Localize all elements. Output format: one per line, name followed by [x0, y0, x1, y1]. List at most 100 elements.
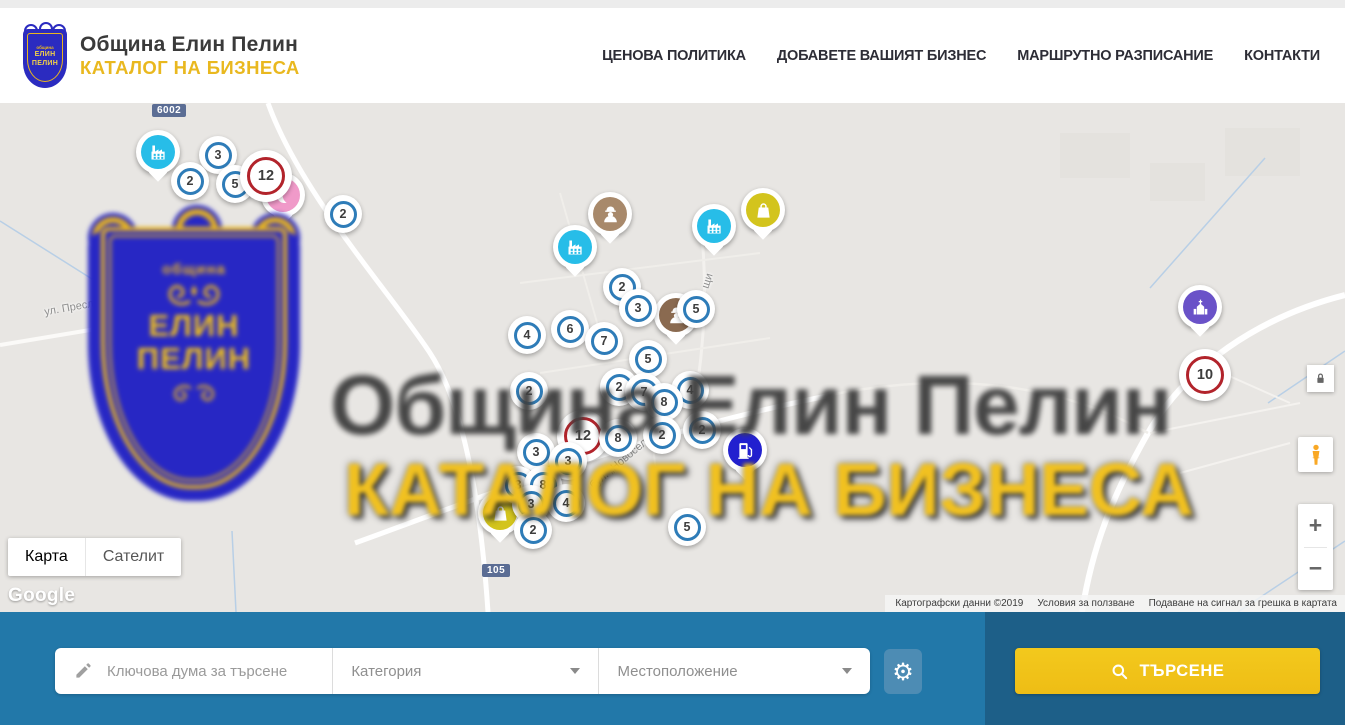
site-subtitle: КАТАЛОГ НА БИЗНЕСА — [80, 57, 300, 78]
page: община ЕЛИН ПЕЛИН Община Елин Пелин КАТА… — [0, 0, 1345, 725]
map-cluster-marker[interactable]: 10 — [1179, 349, 1231, 401]
map-pin-marker-factory[interactable] — [136, 130, 180, 174]
cluster-count: 6 — [557, 316, 584, 343]
church-icon — [1190, 297, 1211, 318]
search-panel: Категория Местоположение ⚙ ТЪРСЕНЕ — [0, 612, 1345, 725]
map-cluster-marker[interactable]: 8 — [599, 419, 637, 457]
bag-icon — [490, 503, 511, 524]
category-select[interactable]: Категория — [332, 648, 598, 694]
logo-line1: ЕЛИН — [35, 51, 56, 60]
map-attribution: Картографски данни ©2019 Условия за полз… — [885, 595, 1345, 612]
search-box: Категория Местоположение — [55, 648, 870, 694]
google-logo[interactable]: Google — [8, 585, 75, 607]
cluster-count: 4 — [553, 490, 580, 517]
map-pin-marker-factory[interactable] — [692, 204, 736, 248]
cluster-count: 10 — [1186, 356, 1224, 394]
factory-icon — [148, 142, 169, 163]
cluster-count: 8 — [651, 389, 678, 416]
cluster-count: 2 — [649, 422, 676, 449]
top-strip — [0, 0, 1345, 8]
search-submit-button[interactable]: ТЪРСЕНЕ — [1015, 648, 1320, 694]
site-title: Община Елин Пелин — [80, 33, 300, 57]
map-type-control: Карта Сателит — [8, 538, 181, 576]
cluster-count: 5 — [674, 514, 701, 541]
gear-icon: ⚙ — [892, 660, 914, 684]
municipality-logo-icon: община ЕЛИН ПЕЛИН — [22, 24, 68, 88]
map-cluster-marker[interactable]: 5 — [629, 340, 667, 378]
lock-button[interactable] — [1307, 365, 1334, 392]
map-cluster-marker[interactable]: 2 — [683, 411, 721, 449]
cluster-count: 5 — [683, 296, 710, 323]
advanced-search-button[interactable]: ⚙ — [884, 649, 922, 694]
map-cluster-marker[interactable]: 2 — [171, 162, 209, 200]
search-icon — [1110, 662, 1129, 681]
cluster-count: 3 — [523, 439, 550, 466]
zoom-in-button[interactable]: + — [1298, 504, 1333, 547]
location-select-label: Местоположение — [617, 663, 737, 680]
cluster-count: 2 — [689, 417, 716, 444]
map-cluster-marker[interactable]: 2 — [514, 511, 552, 549]
map-cluster-marker[interactable]: 5 — [677, 290, 715, 328]
zoom-control: + − — [1298, 504, 1333, 590]
bag-icon — [753, 200, 774, 221]
map-pin-marker-bag[interactable] — [741, 188, 785, 232]
attribution-data-text: Картографски данни ©2019 — [895, 598, 1023, 609]
attribution-terms-link[interactable]: Условия за ползване — [1037, 598, 1134, 609]
nav-item-contacts[interactable]: КОНТАКТИ — [1244, 48, 1320, 64]
map-pin-marker-church[interactable] — [1178, 285, 1222, 329]
zoom-out-button[interactable]: − — [1298, 547, 1333, 590]
category-select-label: Категория — [351, 663, 421, 680]
map-pin-marker-factory[interactable] — [553, 225, 597, 269]
map-cluster-marker[interactable]: 2 — [643, 416, 681, 454]
factory-icon — [565, 237, 586, 258]
nav-item-route-schedule[interactable]: МАРШРУТНО РАЗПИСАНИЕ — [1017, 48, 1213, 64]
road-badge: 105 — [482, 564, 510, 577]
factory-icon — [704, 216, 725, 237]
gas-icon — [735, 440, 756, 461]
cluster-count: 5 — [635, 346, 662, 373]
map-cluster-marker[interactable]: 7 — [585, 322, 623, 360]
lock-icon — [1313, 371, 1328, 386]
cluster-count: 8 — [605, 425, 632, 452]
cluster-count: 4 — [514, 322, 541, 349]
cluster-count: 2 — [516, 378, 543, 405]
map-type-map-button[interactable]: Карта — [8, 538, 85, 576]
nav-item-add-business[interactable]: ДОБАВЕТЕ ВАШИЯТ БИЗНЕС — [777, 48, 986, 64]
map-cluster-marker[interactable]: 2 — [324, 195, 362, 233]
map-cluster-marker[interactable]: 5 — [668, 508, 706, 546]
location-select[interactable]: Местоположение — [598, 648, 870, 694]
worker-icon — [600, 204, 621, 225]
cluster-count: 2 — [330, 201, 357, 228]
map-pin-marker-worker[interactable] — [588, 192, 632, 236]
brand[interactable]: община ЕЛИН ПЕЛИН Община Елин Пелин КАТА… — [22, 24, 300, 88]
cluster-count: 12 — [247, 157, 285, 195]
cluster-count: 3 — [205, 142, 232, 169]
map-type-satellite-button[interactable]: Сателит — [85, 538, 181, 576]
map-cluster-marker[interactable]: 12 — [240, 150, 292, 202]
chevron-down-icon — [842, 668, 852, 674]
map-cluster-marker[interactable]: 3 — [619, 289, 657, 327]
keyword-search-input[interactable] — [55, 648, 332, 694]
map-cluster-marker[interactable]: 6 — [551, 310, 589, 348]
road-badge: 6002 — [152, 104, 186, 117]
cluster-count: 3 — [555, 448, 582, 475]
cluster-count: 3 — [625, 295, 652, 322]
map-canvas[interactable]: 325122235467522748128223338342510 община… — [0, 103, 1345, 612]
cluster-count: 2 — [520, 517, 547, 544]
nav-item-pricing-policy[interactable]: ЦЕНОВА ПОЛИТИКА — [602, 48, 746, 64]
logo-line2: ПЕЛИН — [32, 60, 58, 69]
attribution-report-link[interactable]: Подаване на сигнал за грешка в картата — [1149, 598, 1337, 609]
map-cluster-marker[interactable]: 4 — [547, 484, 585, 522]
main-nav: ЦЕНОВА ПОЛИТИКА ДОБАВЕТЕ ВАШИЯТ БИЗНЕС М… — [602, 48, 1320, 64]
chevron-down-icon — [570, 668, 580, 674]
pencil-icon — [74, 661, 93, 685]
header: община ЕЛИН ПЕЛИН Община Елин Пелин КАТА… — [0, 8, 1345, 104]
map-pin-marker-gas[interactable] — [723, 428, 767, 472]
cluster-count: 2 — [177, 168, 204, 195]
pegman-icon — [1304, 443, 1328, 467]
cluster-count: 7 — [591, 328, 618, 355]
map-cluster-marker[interactable]: 2 — [510, 372, 548, 410]
search-submit-label: ТЪРСЕНЕ — [1139, 662, 1224, 681]
map-cluster-marker[interactable]: 4 — [508, 316, 546, 354]
street-view-pegman-button[interactable] — [1298, 437, 1333, 472]
